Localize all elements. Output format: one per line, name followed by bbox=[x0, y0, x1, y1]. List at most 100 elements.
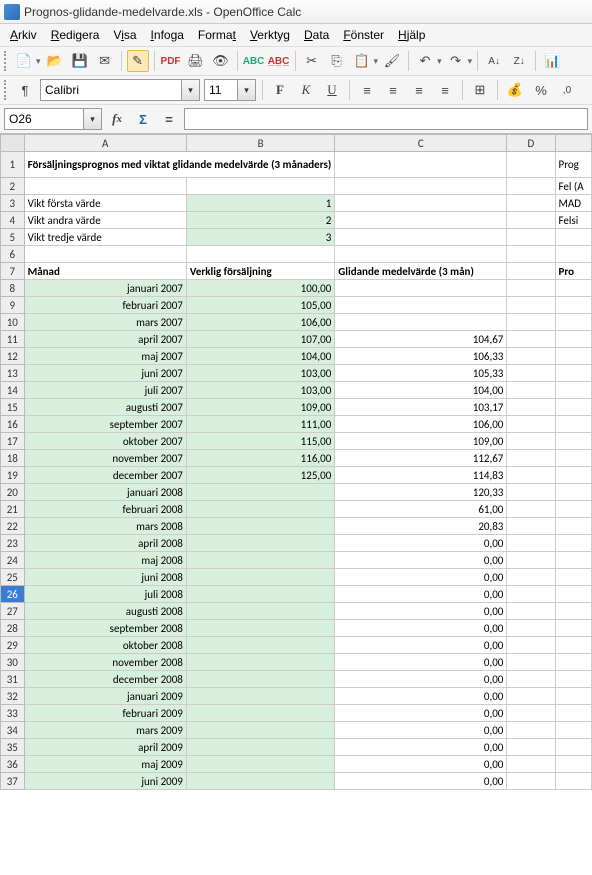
row-header[interactable]: 9 bbox=[1, 297, 25, 314]
cell[interactable] bbox=[555, 773, 591, 790]
cell[interactable] bbox=[186, 246, 334, 263]
cell[interactable]: Felsi bbox=[555, 212, 591, 229]
cell[interactable]: augusti 2008 bbox=[24, 603, 186, 620]
cell[interactable]: maj 2008 bbox=[24, 552, 186, 569]
cell[interactable]: 20,83 bbox=[335, 518, 507, 535]
row-header[interactable]: 19 bbox=[1, 467, 25, 484]
font-size-combo[interactable]: ▾ bbox=[204, 79, 256, 101]
row-header[interactable]: 22 bbox=[1, 518, 25, 535]
preview-icon[interactable]: 👁 bbox=[210, 50, 232, 72]
cell[interactable] bbox=[186, 739, 334, 756]
cell[interactable]: 0,00 bbox=[335, 569, 507, 586]
format-paintbrush-icon[interactable]: 🖌 bbox=[381, 50, 403, 72]
cell[interactable] bbox=[507, 518, 555, 535]
font-name-combo[interactable]: ▾ bbox=[40, 79, 200, 101]
cell[interactable]: Fel (A bbox=[555, 178, 591, 195]
cell[interactable] bbox=[507, 603, 555, 620]
menu-hjalp[interactable]: Hjälp bbox=[392, 26, 431, 44]
cell[interactable]: 0,00 bbox=[335, 705, 507, 722]
cell[interactable] bbox=[555, 365, 591, 382]
cell[interactable]: juni 2009 bbox=[24, 773, 186, 790]
cell[interactable] bbox=[555, 450, 591, 467]
cell[interactable]: juni 2007 bbox=[24, 365, 186, 382]
toolbar-handle[interactable] bbox=[4, 51, 8, 71]
cell[interactable] bbox=[186, 620, 334, 637]
cell[interactable]: maj 2009 bbox=[24, 756, 186, 773]
row-header[interactable]: 6 bbox=[1, 246, 25, 263]
cell[interactable] bbox=[555, 603, 591, 620]
cell[interactable]: 120,33 bbox=[335, 484, 507, 501]
cell[interactable]: 106,00 bbox=[335, 416, 507, 433]
cell[interactable] bbox=[555, 416, 591, 433]
cell[interactable]: 105,33 bbox=[335, 365, 507, 382]
underline-icon[interactable]: U bbox=[321, 79, 343, 101]
row-header[interactable]: 35 bbox=[1, 739, 25, 756]
cell[interactable] bbox=[186, 603, 334, 620]
cell[interactable]: oktober 2007 bbox=[24, 433, 186, 450]
row-header[interactable]: 26 bbox=[1, 586, 25, 603]
cell[interactable]: 0,00 bbox=[335, 756, 507, 773]
cell[interactable] bbox=[24, 178, 186, 195]
cell[interactable] bbox=[555, 246, 591, 263]
cell[interactable] bbox=[186, 535, 334, 552]
cell[interactable]: 103,00 bbox=[186, 365, 334, 382]
cell[interactable] bbox=[555, 705, 591, 722]
row-header[interactable]: 28 bbox=[1, 620, 25, 637]
cell[interactable]: Vikt tredje värde bbox=[24, 229, 186, 246]
cell[interactable] bbox=[186, 518, 334, 535]
cell[interactable] bbox=[335, 195, 507, 212]
cell[interactable]: 0,00 bbox=[335, 722, 507, 739]
cell[interactable]: 0,00 bbox=[335, 637, 507, 654]
chevron-down-icon[interactable]: ▾ bbox=[237, 80, 255, 100]
cell[interactable] bbox=[335, 212, 507, 229]
cell[interactable] bbox=[186, 637, 334, 654]
cell[interactable] bbox=[507, 535, 555, 552]
cell[interactable]: april 2009 bbox=[24, 739, 186, 756]
row-header[interactable]: 4 bbox=[1, 212, 25, 229]
copy-icon[interactable]: ⎘ bbox=[326, 50, 348, 72]
sheet-area[interactable]: A B C D 1 Försäljningsprognos med viktat… bbox=[0, 134, 592, 875]
row-header[interactable]: 30 bbox=[1, 654, 25, 671]
cell[interactable]: 111,00 bbox=[186, 416, 334, 433]
menu-data[interactable]: Data bbox=[298, 26, 335, 44]
cell[interactable]: november 2008 bbox=[24, 654, 186, 671]
function-wizard-icon[interactable]: fx bbox=[106, 108, 128, 130]
cell[interactable] bbox=[507, 365, 555, 382]
cell[interactable]: 106,00 bbox=[186, 314, 334, 331]
cell[interactable]: januari 2007 bbox=[24, 280, 186, 297]
cell[interactable] bbox=[24, 246, 186, 263]
cell[interactable] bbox=[507, 484, 555, 501]
edit-mode-icon[interactable]: ✎ bbox=[127, 50, 149, 72]
cell[interactable]: Glidande medelvärde (3 mån) bbox=[335, 263, 507, 280]
cell[interactable]: Prog bbox=[555, 152, 591, 178]
cell[interactable] bbox=[555, 484, 591, 501]
cell[interactable] bbox=[507, 382, 555, 399]
row-header[interactable]: 10 bbox=[1, 314, 25, 331]
cell[interactable] bbox=[507, 671, 555, 688]
menu-format[interactable]: Format bbox=[192, 26, 242, 44]
cell[interactable]: september 2007 bbox=[24, 416, 186, 433]
cell[interactable] bbox=[507, 263, 555, 280]
cell[interactable] bbox=[507, 416, 555, 433]
cell[interactable]: januari 2008 bbox=[24, 484, 186, 501]
currency-icon[interactable]: 💰 bbox=[504, 79, 526, 101]
cell[interactable]: juli 2007 bbox=[24, 382, 186, 399]
cell[interactable]: februari 2009 bbox=[24, 705, 186, 722]
row-header[interactable]: 33 bbox=[1, 705, 25, 722]
paste-icon[interactable]: 📋 bbox=[351, 50, 373, 72]
cell[interactable]: 3 bbox=[186, 229, 334, 246]
cell[interactable]: september 2008 bbox=[24, 620, 186, 637]
spellcheck-icon[interactable]: ABC bbox=[243, 50, 265, 72]
cell[interactable] bbox=[507, 246, 555, 263]
cell[interactable] bbox=[507, 433, 555, 450]
cell[interactable] bbox=[186, 569, 334, 586]
cell[interactable] bbox=[555, 348, 591, 365]
cell[interactable]: maj 2007 bbox=[24, 348, 186, 365]
cell[interactable] bbox=[507, 178, 555, 195]
chevron-down-icon[interactable]: ▾ bbox=[83, 109, 101, 129]
cell[interactable]: 0,00 bbox=[335, 739, 507, 756]
col-header-e[interactable] bbox=[555, 135, 591, 152]
col-header-a[interactable]: A bbox=[24, 135, 186, 152]
row-header[interactable]: 24 bbox=[1, 552, 25, 569]
cell[interactable] bbox=[507, 314, 555, 331]
